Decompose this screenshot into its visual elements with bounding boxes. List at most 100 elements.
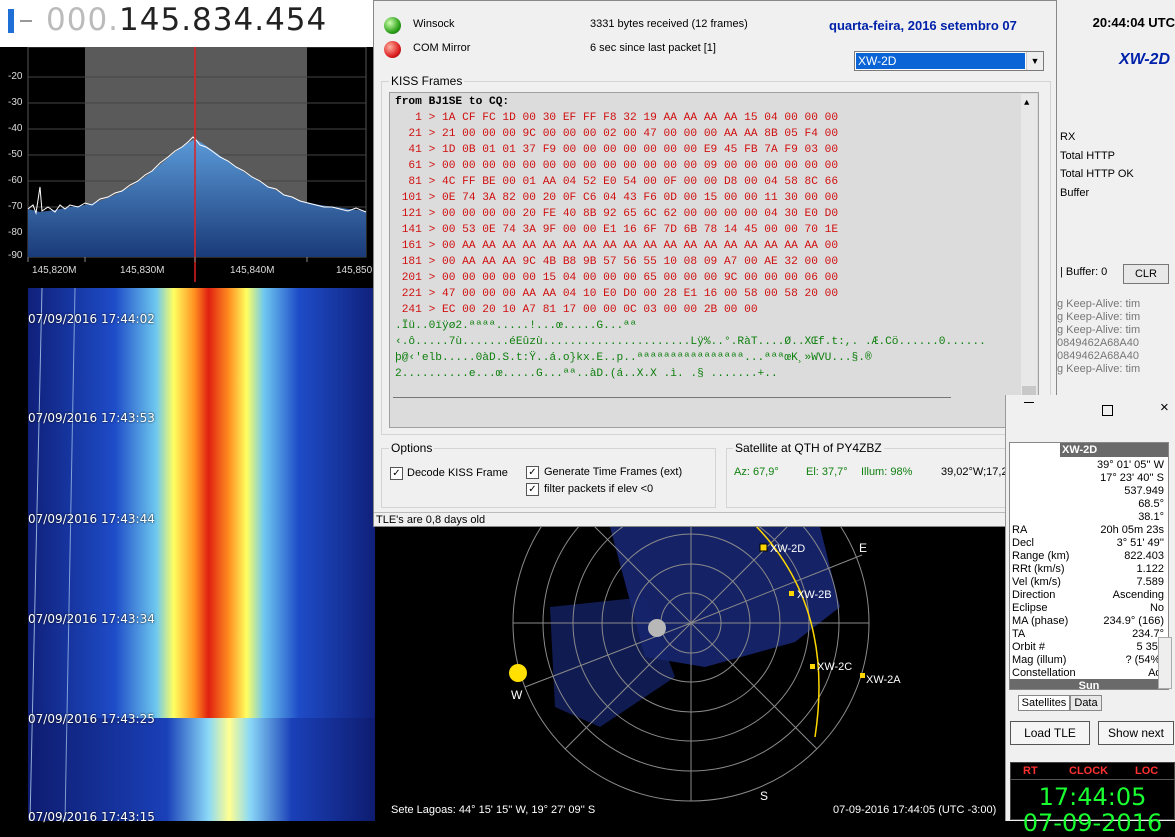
frame-separator	[393, 397, 951, 398]
load-tle-button[interactable]: Load TLE	[1010, 721, 1090, 745]
table-sat-name: XW-2D	[1062, 444, 1098, 456]
waterfall-timestamp: 07/09/2016 17:43:34	[28, 612, 155, 626]
qth-title: Satellite at QTH of PY4ZBZ	[733, 441, 884, 455]
table-row: Decl 3° 51' 49''	[1012, 537, 1164, 549]
compass-south: S	[760, 789, 769, 803]
table-row: 17° 23' 40'' S	[1100, 472, 1164, 484]
show-next-button[interactable]: Show next	[1098, 721, 1174, 745]
satellite-label[interactable]: XW-2B	[797, 589, 832, 601]
y-tick: -80	[8, 227, 23, 238]
ascii-line: .Ïü..0ïÿø2.ªªªª.....!...œ.....G...ªª	[395, 320, 637, 332]
table-scrollbar[interactable]	[1158, 637, 1172, 689]
decode-kiss-label: Decode KISS Frame	[407, 467, 508, 479]
waterfall-timestamp: 07/09/2016 17:43:53	[28, 411, 155, 425]
frequency-bar: 000.145.834.454	[0, 0, 375, 47]
clock-loc-label[interactable]: LOC	[1135, 765, 1158, 777]
log-line: g Keep-Alive: tim	[1057, 298, 1141, 310]
hex-line: 1 > 1A CF FC 1D 00 30 EF FF F8 32 19 AA …	[395, 112, 839, 124]
winsock-status-led	[384, 17, 401, 34]
x-tick: 145,830M	[120, 265, 165, 276]
qth-illum: Illum: 98%	[861, 466, 913, 478]
filter-packets-checkbox[interactable]: ✓	[526, 483, 539, 496]
table-row: Direction Ascending	[1012, 589, 1164, 601]
moon-marker	[648, 619, 666, 637]
server-panel: 20:44:04 UTC XW-2D RX Total HTTP Total H…	[1057, 0, 1175, 395]
y-tick: -90	[8, 250, 23, 261]
utc-clock: 20:44:04 UTC	[1092, 15, 1175, 30]
minimize-icon[interactable]	[1024, 402, 1034, 403]
spectrum-svg	[27, 47, 367, 282]
scroll-up-icon[interactable]: ▲	[1024, 98, 1029, 108]
waterfall-timestamp: 07/09/2016 17:43:25	[28, 712, 155, 726]
buffer-label: Buffer	[1060, 187, 1090, 199]
chevron-down-icon[interactable]: ▼	[1026, 52, 1043, 70]
qth-az: Az: 67,9°	[734, 466, 779, 478]
ascii-line: 2..........e...œ.....G...ªª..àD.(á..X.X …	[395, 368, 778, 380]
frequency-prefix: 000.	[46, 2, 120, 38]
generate-time-checkbox[interactable]: ✓	[526, 466, 539, 479]
clock-label: CLOCK	[1069, 765, 1109, 777]
qth-location: Sete Lagoas: 44° 15' 15'' W, 19° 27' 09'…	[391, 804, 596, 816]
y-tick: -50	[8, 149, 23, 160]
qth-el: El: 37,7°	[806, 466, 848, 478]
clear-button[interactable]: CLR	[1123, 264, 1169, 284]
hex-line: 181 > 00 AA AA AA 9C 4B B8 9B 57 56 55 1…	[395, 256, 839, 268]
tab-satellites[interactable]: Satellites	[1018, 695, 1070, 711]
kiss-decoder-window: Winsock COM Mirror 3331 bytes received (…	[373, 0, 1058, 527]
sun-marker	[509, 664, 527, 682]
table-row: TA 234.7°	[1012, 628, 1164, 640]
hex-line: 21 > 21 00 00 00 9C 00 00 00 02 00 47 00…	[395, 128, 839, 140]
y-tick: -30	[8, 97, 23, 108]
satellite-data-table: XW-2D 39° 01' 05'' W 17° 23' 40'' S 537.…	[1009, 442, 1169, 690]
table-row: Mag (illum)? (54%)	[1012, 654, 1164, 666]
satellite-label[interactable]: XW-2A	[866, 674, 901, 686]
com-mirror-label: COM Mirror	[413, 42, 471, 54]
winsock-label: Winsock	[413, 18, 455, 30]
hex-line: 41 > 1D 0B 01 01 37 F9 00 00 00 00 00 00…	[395, 144, 839, 156]
vertical-scrollbar[interactable]: ▲ ▼	[1021, 94, 1037, 426]
log-line: 0849462A68A40	[1057, 337, 1139, 349]
table-row: Range (km) 822.403	[1012, 550, 1164, 562]
x-tick: 145,850	[336, 265, 373, 276]
kiss-frames-text[interactable]: from BJ1SE to CQ: 1 > 1A CF FC 1D 00 30 …	[389, 92, 1039, 428]
clock-rt-label[interactable]: RT	[1023, 765, 1038, 777]
hex-line: 101 > 0E 74 3A 82 00 20 0F C6 04 43 F6 0…	[395, 192, 839, 204]
polar-timestamp: 07-09-2016 17:44:05 (UTC -3:00)	[833, 804, 997, 816]
hex-line: 161 > 00 AA AA AA AA AA AA AA AA AA AA A…	[395, 240, 839, 252]
sun-row[interactable]: Sun	[1010, 679, 1168, 689]
waterfall-display[interactable]: 07/09/2016 17:44:02 07/09/2016 17:43:53 …	[0, 288, 375, 824]
table-row: 38.1°	[1138, 511, 1164, 523]
qth-group	[726, 448, 1048, 508]
hex-line: 241 > EC 00 20 10 A7 81 17 00 00 0C 03 0…	[395, 304, 758, 316]
frequency-value: 145.834.454	[119, 2, 328, 38]
x-tick: 145,840M	[230, 265, 275, 276]
total-http-label: Total HTTP	[1060, 150, 1116, 162]
hex-line: 141 > 00 53 0E 74 3A 9F 00 00 E1 16 6F 7…	[395, 224, 839, 236]
satellite-label[interactable]: XW-2D	[770, 543, 805, 555]
waterfall-svg	[0, 288, 375, 821]
table-row: 68.5°	[1138, 498, 1164, 510]
table-row: Eclipse No	[1012, 602, 1164, 614]
table-row: RRt (km/s) 1.122	[1012, 563, 1164, 575]
maximize-icon[interactable]	[1102, 405, 1113, 416]
satellite-label[interactable]: XW-2C	[817, 661, 852, 673]
ascii-line: þ@‹'elb.....0àD.S.t:Ÿ..á.o}kx.E..p..ªªªª…	[395, 352, 872, 364]
server-sat-name: XW-2D	[1119, 51, 1170, 68]
log-line: 0849462A68A40	[1057, 350, 1139, 362]
tuning-handle[interactable]	[8, 9, 14, 33]
spectrum-plot[interactable]: -20 -30 -40 -50 -60 -70 -80 -90 145,820M…	[0, 47, 375, 284]
frequency-display[interactable]: 000.145.834.454	[46, 2, 327, 38]
compass-west: W	[511, 688, 523, 702]
decode-kiss-checkbox[interactable]: ✓	[390, 467, 403, 480]
y-tick: -70	[8, 201, 23, 212]
bytes-received: 3331 bytes received (12 frames)	[590, 18, 748, 30]
filter-packets-label: filter packets if elev <0	[544, 483, 654, 495]
com-mirror-status-led	[384, 41, 401, 58]
tab-data[interactable]: Data	[1070, 695, 1102, 711]
polar-plot[interactable]: XW-2D XW-2B XW-2C XW-2A E S W Sete Lagoa…	[375, 527, 1005, 821]
buffer-count: | Buffer: 0	[1060, 266, 1108, 278]
close-icon[interactable]: ×	[1160, 399, 1169, 416]
hex-line: 221 > 47 00 00 00 AA AA 04 10 E0 D0 00 2…	[395, 288, 839, 300]
since-last-packet: 6 sec since last packet [1]	[590, 42, 716, 54]
satellite-select[interactable]: XW-2D ▼	[854, 51, 1044, 71]
